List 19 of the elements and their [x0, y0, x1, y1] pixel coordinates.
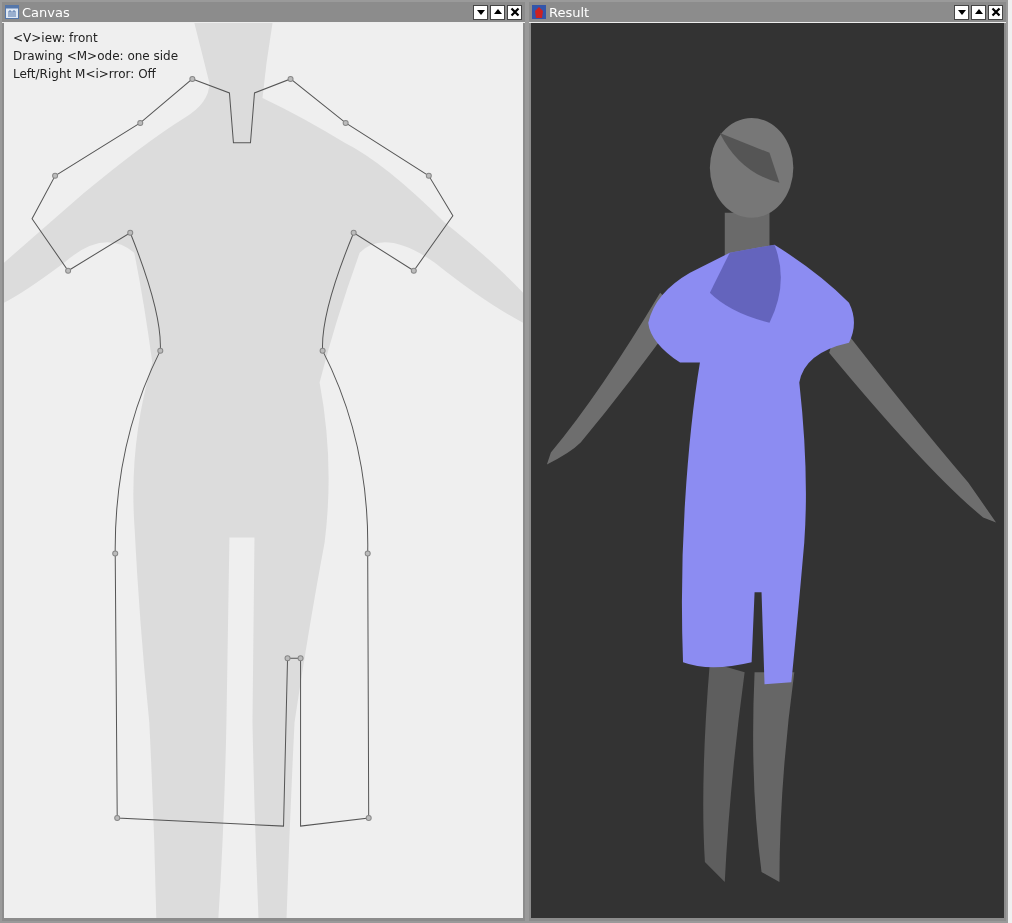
close-icon — [509, 7, 520, 17]
maximize-button[interactable] — [490, 4, 505, 20]
triangle-down-icon — [475, 7, 486, 17]
minimize-button[interactable] — [954, 4, 969, 20]
status-text: <V>iew: front — [13, 31, 99, 45]
window-title: Canvas — [22, 4, 70, 20]
window-title: Result — [549, 4, 590, 20]
close-icon — [990, 7, 1001, 17]
figure-icon — [532, 5, 546, 19]
triangle-up-icon — [973, 7, 984, 17]
maximize-button[interactable] — [971, 4, 986, 20]
triangle-down-icon — [956, 7, 967, 17]
status-text: Left/Right M<i>rror: Off — [13, 67, 157, 81]
triangle-up-icon — [492, 7, 503, 17]
minimize-button[interactable] — [473, 4, 488, 20]
status-text: Drawing <M>ode: one side — [13, 49, 179, 63]
window-icon — [5, 5, 19, 19]
close-button[interactable] — [988, 4, 1003, 20]
close-button[interactable] — [507, 4, 522, 20]
